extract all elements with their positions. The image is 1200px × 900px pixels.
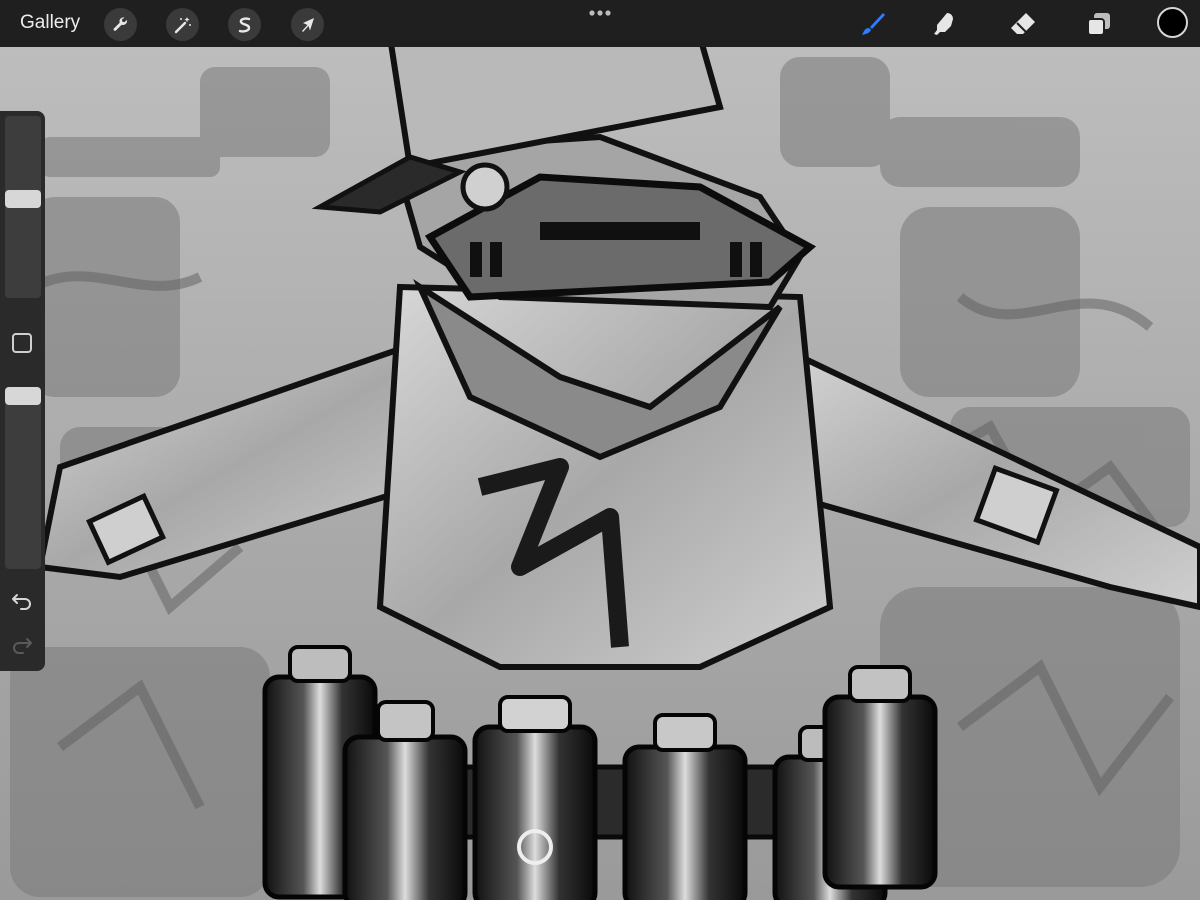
wrench-icon: [113, 16, 127, 31]
undo-icon[interactable]: [10, 587, 34, 611]
gallery-button[interactable]: Gallery: [20, 12, 80, 34]
layers-button[interactable]: [1084, 9, 1114, 39]
left-sidebar: [0, 111, 45, 671]
brush-size-slider[interactable]: [5, 116, 41, 298]
paintbrush-icon: [862, 13, 885, 35]
arrow-cursor-icon: [301, 17, 314, 32]
transform-button[interactable]: [291, 8, 324, 41]
smudge-tool-button[interactable]: [929, 9, 959, 39]
brush-size-thumb[interactable]: [5, 189, 41, 208]
spray-can-6: [822, 665, 938, 890]
color-picker-button[interactable]: [1157, 7, 1188, 38]
actions-button[interactable]: [104, 8, 137, 41]
smudge-finger-icon: [934, 13, 953, 35]
eraser-tool-button[interactable]: [1008, 9, 1038, 39]
magic-wand-icon: [174, 16, 191, 33]
modify-button[interactable]: [12, 333, 32, 353]
more-dots-icon[interactable]: [585, 6, 615, 20]
eye: [460, 162, 510, 212]
opacity-slider[interactable]: [5, 387, 41, 569]
top-toolbar: Gallery: [0, 0, 1200, 47]
drawing-canvas[interactable]: [0, 47, 1200, 900]
spray-can-3: [472, 695, 598, 900]
selection-button[interactable]: [228, 8, 261, 41]
redo-icon[interactable]: [10, 631, 34, 655]
brush-tool-button[interactable]: [858, 9, 888, 39]
selection-s-icon: [238, 16, 250, 33]
opacity-thumb[interactable]: [5, 387, 41, 405]
artwork: [0, 47, 1200, 900]
adjustments-button[interactable]: [166, 8, 199, 41]
eraser-icon: [1011, 13, 1035, 34]
layers-icon: [1087, 13, 1110, 36]
